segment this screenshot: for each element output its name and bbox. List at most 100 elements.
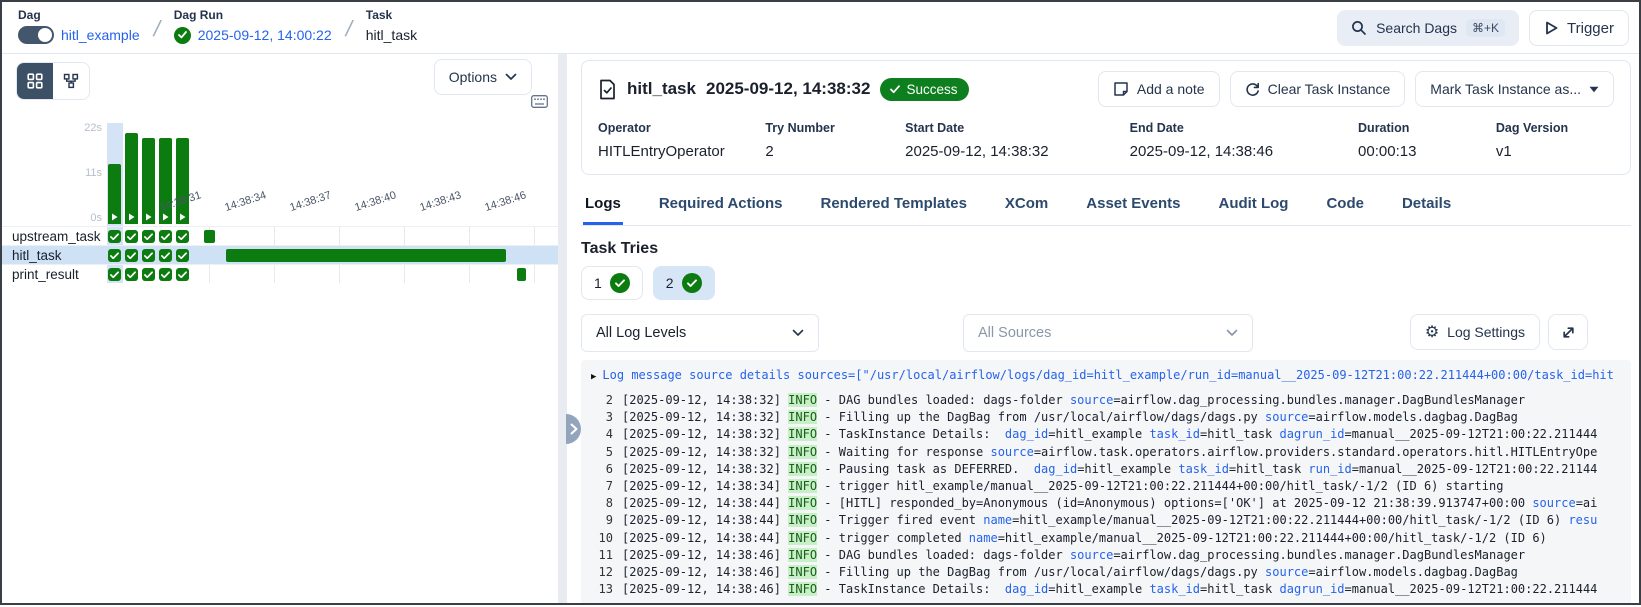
grid-panel: Options 22s11s0s14:38:3114:38:3414:38:37… bbox=[2, 54, 558, 603]
tab-details[interactable]: Details bbox=[1400, 187, 1453, 225]
log-line-number: 7 bbox=[591, 478, 613, 495]
tab-logs[interactable]: Logs bbox=[583, 187, 623, 225]
dag-run-duration-bar[interactable] bbox=[108, 164, 121, 224]
expand-triangle-icon[interactable]: ▶ bbox=[591, 372, 596, 382]
breadcrumb-task: Task hitl_task bbox=[366, 8, 417, 45]
log-line: 9[2025-09-12, 14:38:44] INFO - Trigger f… bbox=[591, 512, 1631, 529]
meta-end-date: End Date2025-09-12, 14:38:46 bbox=[1130, 121, 1358, 160]
search-icon bbox=[1351, 20, 1367, 36]
duration-axis-label: 11s bbox=[62, 167, 102, 179]
add-note-label: Add a note bbox=[1137, 81, 1205, 97]
task-instance-success-icon[interactable] bbox=[159, 268, 172, 281]
search-shortcut-badge: ⌘+K bbox=[1466, 19, 1505, 37]
log-filters: All Log Levels All Sources ⚙ Log Setting… bbox=[581, 314, 1631, 352]
dag-link[interactable]: hitl_example bbox=[61, 27, 140, 43]
tab-rendered-templates[interactable]: Rendered Templates bbox=[818, 187, 968, 225]
play-icon bbox=[162, 213, 169, 221]
task-instance-success-icon[interactable] bbox=[142, 249, 155, 262]
dag-run-duration-bar[interactable] bbox=[142, 138, 155, 224]
task-instance-success-icon[interactable] bbox=[159, 230, 172, 243]
task-instance-success-icon[interactable] bbox=[125, 268, 138, 281]
meta-value: 2025-09-12, 14:38:46 bbox=[1130, 143, 1358, 160]
task-row-label[interactable]: print_result bbox=[12, 267, 79, 282]
task-gantt-bar[interactable] bbox=[204, 230, 216, 243]
task-instance-success-icon[interactable] bbox=[108, 249, 121, 262]
log-levels-select[interactable]: All Log Levels bbox=[581, 314, 819, 352]
task-run-timestamp: 2025-09-12, 14:38:32 bbox=[706, 79, 870, 99]
expand-logs-button[interactable] bbox=[1548, 314, 1588, 350]
log-levels-value: All Log Levels bbox=[596, 325, 686, 341]
task-instance-success-icon[interactable] bbox=[176, 249, 189, 262]
meta-value: 2 bbox=[765, 143, 905, 160]
task-row[interactable]: print_result bbox=[2, 264, 558, 283]
add-note-button[interactable]: Add a note bbox=[1098, 71, 1220, 107]
log-level-badge: INFO bbox=[788, 410, 817, 424]
meta-value: 00:00:13 bbox=[1358, 143, 1496, 160]
breadcrumb: Dag hitl_example / Dag Run 2025-09-12, 1… bbox=[18, 8, 417, 45]
try-1-chip[interactable]: 1 bbox=[581, 266, 643, 300]
clear-task-instance-button[interactable]: Clear Task Instance bbox=[1230, 71, 1406, 107]
task-gantt-bar[interactable] bbox=[517, 268, 527, 281]
task-gantt-bar[interactable] bbox=[226, 249, 506, 262]
tab-code[interactable]: Code bbox=[1324, 187, 1366, 225]
task-instance-card: hitl_task 2025-09-12, 14:38:32 Success A… bbox=[581, 60, 1631, 175]
search-dags-button[interactable]: Search Dags ⌘+K bbox=[1337, 10, 1519, 46]
meta-value: 2025-09-12, 14:38:32 bbox=[905, 143, 1129, 160]
log-settings-button[interactable]: ⚙ Log Settings bbox=[1410, 314, 1540, 350]
task-instance-success-icon[interactable] bbox=[176, 230, 189, 243]
tab-xcom[interactable]: XCom bbox=[1003, 187, 1050, 225]
task-row[interactable]: upstream_task bbox=[2, 226, 558, 245]
task-instance-success-icon[interactable] bbox=[176, 268, 189, 281]
task-instance-success-icon[interactable] bbox=[125, 249, 138, 262]
panel-divider[interactable] bbox=[558, 54, 567, 603]
task-instance-success-icon[interactable] bbox=[108, 230, 121, 243]
tab-asset-events[interactable]: Asset Events bbox=[1084, 187, 1182, 225]
meta-label: Start Date bbox=[905, 121, 1129, 135]
tab-audit-log[interactable]: Audit Log bbox=[1216, 187, 1290, 225]
task-meta-row: OperatorHITLEntryOperatorTry Number2Star… bbox=[598, 121, 1614, 160]
duration-axis-label: 0s bbox=[62, 212, 102, 224]
mark-as-label: Mark Task Instance as... bbox=[1430, 81, 1581, 97]
tab-required-actions[interactable]: Required Actions bbox=[657, 187, 785, 225]
try-number: 2 bbox=[666, 275, 674, 291]
task-instance-success-icon[interactable] bbox=[142, 230, 155, 243]
trigger-button[interactable]: Trigger bbox=[1529, 10, 1629, 46]
try-number: 1 bbox=[594, 275, 602, 291]
log-output[interactable]: ▶Log message source details sources=["/u… bbox=[581, 360, 1631, 603]
log-level-badge: INFO bbox=[788, 531, 817, 545]
toggle-knob bbox=[38, 28, 52, 42]
dag-run-link[interactable]: 2025-09-12, 14:00:22 bbox=[198, 27, 332, 43]
task-row-label[interactable]: hitl_task bbox=[12, 248, 62, 263]
meta-label: Operator bbox=[598, 121, 765, 135]
dag-run-duration-bar[interactable] bbox=[125, 133, 138, 224]
time-tick-label: 14:38:40 bbox=[353, 183, 416, 214]
task-instance-success-icon[interactable] bbox=[108, 268, 121, 281]
dag-pause-toggle[interactable] bbox=[18, 26, 54, 44]
play-icon bbox=[111, 213, 118, 221]
clear-task-instance-label: Clear Task Instance bbox=[1268, 81, 1391, 97]
task-instance-success-icon[interactable] bbox=[142, 268, 155, 281]
task-instance-success-icon[interactable] bbox=[125, 230, 138, 243]
log-level-badge: INFO bbox=[788, 393, 817, 407]
chevron-down-icon bbox=[1226, 329, 1238, 337]
log-source-header-line[interactable]: ▶Log message source details sources=["/u… bbox=[591, 367, 1631, 386]
log-level-badge: INFO bbox=[788, 496, 817, 510]
log-sources-select[interactable]: All Sources bbox=[963, 314, 1253, 352]
log-line-number: 9 bbox=[591, 512, 613, 529]
try-2-chip[interactable]: 2 bbox=[653, 266, 715, 300]
task-row[interactable]: hitl_task bbox=[2, 245, 558, 264]
mark-task-instance-as-button[interactable]: Mark Task Instance as... bbox=[1415, 71, 1614, 107]
expand-icon bbox=[1561, 325, 1576, 340]
task-instance-success-icon[interactable] bbox=[159, 249, 172, 262]
search-dags-label: Search Dags bbox=[1376, 20, 1457, 36]
task-row-label[interactable]: upstream_task bbox=[12, 229, 101, 244]
log-line: 8[2025-09-12, 14:38:44] INFO - [HITL] re… bbox=[591, 495, 1631, 512]
log-line: 5[2025-09-12, 14:38:32] INFO - Waiting f… bbox=[591, 444, 1631, 461]
log-lines: 2[2025-09-12, 14:38:32] INFO - DAG bundl… bbox=[591, 392, 1631, 598]
meta-try-number: Try Number2 bbox=[765, 121, 905, 160]
task-instance-panel: hitl_task 2025-09-12, 14:38:32 Success A… bbox=[567, 54, 1639, 603]
status-badge-label: Success bbox=[906, 82, 957, 97]
dag-run-duration-bar[interactable] bbox=[176, 138, 189, 224]
play-icon bbox=[1544, 20, 1559, 36]
play-icon bbox=[145, 213, 152, 221]
